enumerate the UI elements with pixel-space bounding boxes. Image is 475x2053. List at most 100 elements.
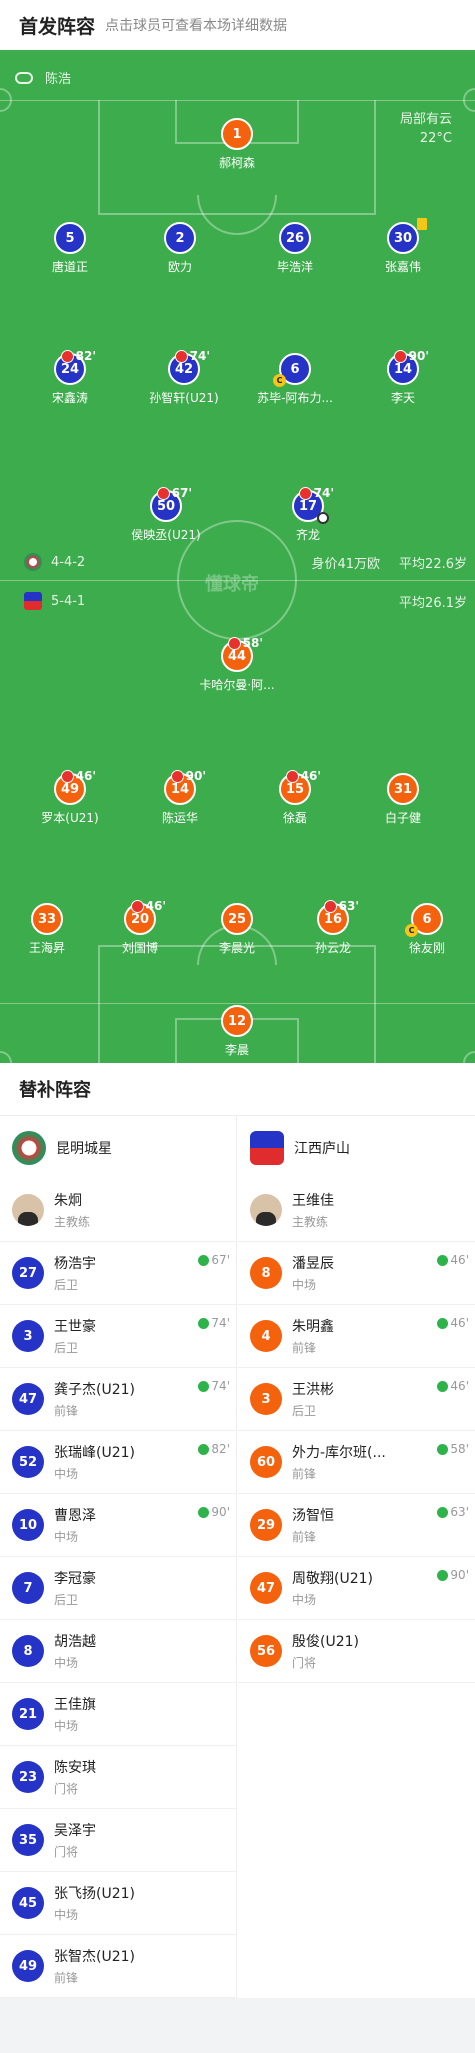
sub-on-indicator: 90' bbox=[437, 1568, 469, 1582]
bench-player-row[interactable]: 4 朱明鑫 前锋 46' bbox=[238, 1305, 475, 1368]
bench-player-row[interactable]: 52 张瑞峰(U21) 中场 82' bbox=[0, 1431, 236, 1494]
bench-player-row[interactable]: 3 王洪彬 后卫 46' bbox=[238, 1368, 475, 1431]
bench-player-row[interactable]: 21 王佳旗 中场 bbox=[0, 1683, 236, 1746]
home-player[interactable]: 26 毕浩洋 bbox=[235, 222, 355, 275]
home-player[interactable]: 17 74' 齐龙 bbox=[248, 486, 368, 543]
bench-player-row[interactable]: 27 杨浩宇 后卫 67' bbox=[0, 1242, 236, 1305]
shirt-number: 44 58' bbox=[221, 636, 263, 672]
shirt-number-text: 25 bbox=[227, 911, 247, 927]
sub-on-icon bbox=[437, 1380, 449, 1392]
bench-player-row[interactable]: 8 潘昱辰 中场 46' bbox=[238, 1242, 475, 1305]
home-value: 身价41万欧 bbox=[311, 557, 380, 572]
bench-player-row[interactable]: 60 外力-库尔班(... 前锋 58' bbox=[238, 1431, 475, 1494]
shirt-number: 23 bbox=[12, 1761, 44, 1793]
bench-player-row[interactable]: 56 殷俊(U21) 门将 bbox=[238, 1620, 475, 1683]
sub-on-indicator: 46' bbox=[437, 1316, 469, 1330]
away-player[interactable]: 44 58' 卡哈尔曼·阿... bbox=[177, 636, 297, 693]
player-name: 张飞扬(U21) bbox=[54, 1886, 135, 1902]
sub-minute: 74' bbox=[313, 486, 334, 500]
sub-on-indicator: 74' bbox=[198, 1316, 230, 1330]
home-bench-team[interactable]: 昆明城星 bbox=[0, 1116, 236, 1179]
player-name: 周敬翔(U21) bbox=[292, 1571, 373, 1587]
shirt-number: 49 bbox=[12, 1950, 44, 1982]
bench-player-row[interactable]: 49 张智杰(U21) 前锋 bbox=[0, 1935, 236, 1998]
home-player[interactable]: 2 欧力 bbox=[120, 222, 240, 275]
away-player[interactable]: 14 90' 陈运华 bbox=[120, 769, 240, 826]
away-player[interactable]: 6 C 徐友刚 bbox=[367, 903, 475, 956]
away-player[interactable]: 49 46' 罗本(U21) bbox=[10, 769, 130, 826]
home-player[interactable]: 5 唐道正 bbox=[10, 222, 130, 275]
sub-minute: 67' bbox=[211, 1253, 230, 1267]
home-player[interactable]: 6 C 苏毕-阿布力... bbox=[235, 353, 355, 406]
home-coach[interactable]: 朱炯 主教练 bbox=[0, 1179, 236, 1242]
bench-player-row[interactable]: 47 周敬翔(U21) 中场 90' bbox=[238, 1557, 475, 1620]
shirt-number-text: 2 bbox=[175, 230, 185, 246]
shirt-number-text: 12 bbox=[227, 1013, 247, 1029]
sub-on-indicator: 58' bbox=[437, 1442, 469, 1456]
sub-off-icon bbox=[174, 349, 188, 363]
bench-player-row[interactable]: 8 胡浩越 中场 bbox=[0, 1620, 236, 1683]
sub-minute: 46' bbox=[450, 1316, 469, 1330]
away-formation: 5-4-1 bbox=[24, 592, 85, 610]
player-name: 潘昱辰 bbox=[292, 1256, 334, 1272]
shirt-number: 47 bbox=[250, 1572, 282, 1604]
player-position: 前锋 bbox=[292, 1467, 317, 1481]
page-title: 首发阵容 bbox=[19, 15, 96, 38]
home-player[interactable]: 24 82' 宋鑫涛 bbox=[10, 349, 130, 406]
sub-off-icon bbox=[156, 486, 170, 500]
bench-player-row[interactable]: 47 龚子杰(U21) 前锋 74' bbox=[0, 1368, 236, 1431]
sub-off-indicator: 67' bbox=[156, 486, 192, 500]
sub-off-indicator: 46' bbox=[60, 769, 96, 783]
home-player[interactable]: 42 74' 孙智轩(U21) bbox=[124, 349, 244, 406]
bench-player-row[interactable]: 23 陈安琪 门将 bbox=[0, 1746, 236, 1809]
shirt-number: 42 74' bbox=[168, 349, 210, 385]
player-name: 张智杰(U21) bbox=[54, 1949, 135, 1965]
weather: 局部有云 22°C bbox=[400, 110, 452, 148]
player-position: 后卫 bbox=[54, 1341, 79, 1355]
sub-on-icon bbox=[198, 1317, 210, 1329]
sub-off-icon bbox=[298, 486, 312, 500]
player-name: 陈安琪 bbox=[54, 1760, 96, 1776]
home-player[interactable]: 30 张嘉伟 bbox=[343, 218, 463, 275]
player-name: 陈运华 bbox=[161, 811, 198, 825]
player-name: 毕浩洋 bbox=[276, 260, 313, 274]
sub-on-indicator: 67' bbox=[198, 1253, 230, 1267]
bench-player-row[interactable]: 45 张飞扬(U21) 中场 bbox=[0, 1872, 236, 1935]
home-player[interactable]: 14 90' 李天 bbox=[343, 349, 463, 406]
shirt-number: 20 46' bbox=[124, 899, 166, 935]
bench-title: 替补阵容 bbox=[0, 1063, 475, 1116]
bench-player-row[interactable]: 29 汤智恒 前锋 63' bbox=[238, 1494, 475, 1557]
away-player[interactable]: 31 白子健 bbox=[343, 773, 463, 826]
shirt-number: 8 bbox=[12, 1635, 44, 1667]
player-position: 中场 bbox=[54, 1530, 79, 1544]
sub-minute: 74' bbox=[211, 1379, 230, 1393]
sub-on-icon bbox=[437, 1506, 449, 1518]
player-name: 侯映丞(U21) bbox=[131, 528, 201, 542]
bench-player-row[interactable]: 3 王世豪 后卫 74' bbox=[0, 1305, 236, 1368]
bench-player-row[interactable]: 35 吴泽宇 门将 bbox=[0, 1809, 236, 1872]
sub-minute: 90' bbox=[211, 1505, 230, 1519]
home-player[interactable]: 1 郝柯森 bbox=[177, 118, 297, 171]
player-position: 中场 bbox=[292, 1278, 317, 1292]
home-player[interactable]: 50 67' 侯映丞(U21) bbox=[106, 486, 226, 543]
player-name: 徐友刚 bbox=[408, 941, 445, 955]
player-name: 吴泽宇 bbox=[54, 1823, 96, 1839]
sub-minute: 46' bbox=[75, 769, 96, 783]
player-name: 杨浩宇 bbox=[54, 1256, 96, 1272]
shirt-number: 16 63' bbox=[317, 899, 359, 935]
away-player[interactable]: 12 李晨 bbox=[177, 1005, 297, 1058]
player-name: 王世豪 bbox=[54, 1319, 96, 1335]
sub-on-icon bbox=[198, 1254, 210, 1266]
away-coach[interactable]: 王维佳 主教练 bbox=[238, 1179, 475, 1242]
home-formation: 4-4-2 bbox=[24, 553, 85, 571]
bench-player-row[interactable]: 7 李冠豪 后卫 bbox=[0, 1557, 236, 1620]
player-position: 后卫 bbox=[292, 1404, 317, 1418]
shirt-number: 60 bbox=[250, 1446, 282, 1478]
sub-off-indicator: 63' bbox=[323, 899, 359, 913]
away-player[interactable]: 15 46' 徐磊 bbox=[235, 769, 355, 826]
away-bench-team[interactable]: 江西庐山 bbox=[238, 1116, 475, 1179]
coach-role: 主教练 bbox=[54, 1215, 91, 1229]
player-name: 王佳旗 bbox=[54, 1697, 96, 1713]
sub-on-icon bbox=[437, 1317, 449, 1329]
bench-player-row[interactable]: 10 曹恩泽 中场 90' bbox=[0, 1494, 236, 1557]
